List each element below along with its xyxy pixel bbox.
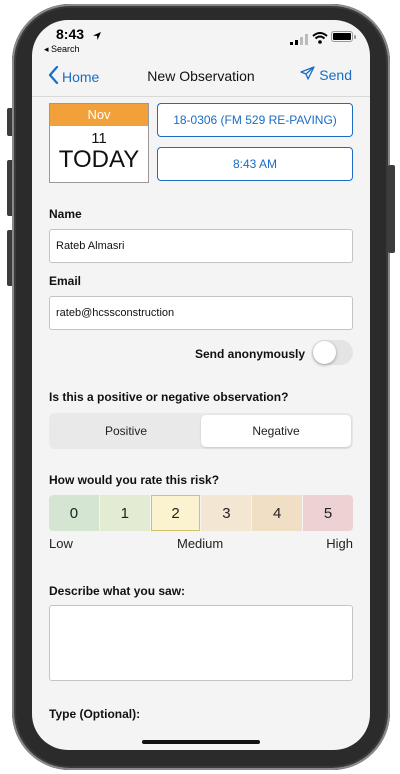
risk-level-3[interactable]: 3 — [201, 495, 252, 531]
risk-scale-medium-label: Medium — [177, 536, 224, 551]
risk-scale-low-label: Low — [49, 536, 73, 551]
negative-option[interactable]: Negative — [201, 415, 351, 447]
risk-level-1[interactable]: 1 — [99, 495, 150, 531]
date-today-label: TODAY — [58, 146, 140, 173]
send-anonymously-label: Send anonymously — [195, 347, 306, 361]
home-indicator[interactable] — [142, 740, 260, 744]
phone-screen: 8:43 ◂ Search Home New Observation Send … — [32, 20, 370, 750]
cellular-signal-icon — [290, 32, 308, 45]
observation-segmented-control: Positive Negative — [49, 413, 353, 449]
email-field[interactable]: rateb@hcssconstruction — [49, 296, 353, 330]
wifi-icon — [312, 31, 328, 49]
back-to-app-link[interactable]: ◂ Search — [44, 44, 80, 55]
risk-level-2[interactable]: 2 — [150, 495, 201, 531]
location-arrow-icon — [92, 28, 102, 46]
observation-type-question: Is this a positive or negative observati… — [49, 390, 289, 404]
battery-tip — [354, 35, 356, 39]
date-picker[interactable]: Nov 11 TODAY — [49, 103, 149, 183]
paper-plane-icon — [300, 66, 319, 83]
battery-icon — [331, 31, 353, 42]
describe-textarea[interactable] — [49, 605, 353, 681]
risk-question: How would you rate this risk? — [49, 473, 220, 487]
date-day: 11 — [91, 130, 107, 147]
describe-label: Describe what you saw: — [49, 584, 186, 598]
send-anonymously-toggle[interactable] — [312, 340, 353, 365]
job-select-button[interactable]: 18-0306 (FM 529 RE-PAVING) — [157, 103, 353, 137]
name-label: Name — [49, 207, 82, 221]
observation-form: Nov 11 TODAY 18-0306 (FM 529 RE-PAVING) … — [32, 96, 370, 750]
risk-scale-high-label: High — [326, 536, 353, 551]
name-field[interactable]: Rateb Almasri — [49, 229, 353, 263]
power-button — [388, 165, 395, 253]
risk-level-4[interactable]: 4 — [252, 495, 303, 531]
type-optional-label: Type (Optional): — [49, 707, 141, 721]
risk-rating-scale: 0 1 2 3 4 5 — [49, 495, 353, 531]
send-button[interactable]: Send — [300, 66, 352, 83]
send-label: Send — [319, 66, 352, 83]
status-bar: 8:43 ◂ Search — [32, 20, 370, 58]
time-select-button[interactable]: 8:43 AM — [157, 147, 353, 181]
risk-level-0[interactable]: 0 — [49, 495, 99, 531]
date-month: Nov — [50, 104, 148, 126]
positive-option[interactable]: Positive — [51, 415, 201, 447]
risk-level-5[interactable]: 5 — [303, 495, 353, 531]
status-time: 8:43 — [56, 26, 85, 42]
toggle-knob — [313, 341, 336, 364]
email-label: Email — [49, 274, 82, 288]
navigation-bar: Home New Observation Send — [32, 60, 370, 94]
